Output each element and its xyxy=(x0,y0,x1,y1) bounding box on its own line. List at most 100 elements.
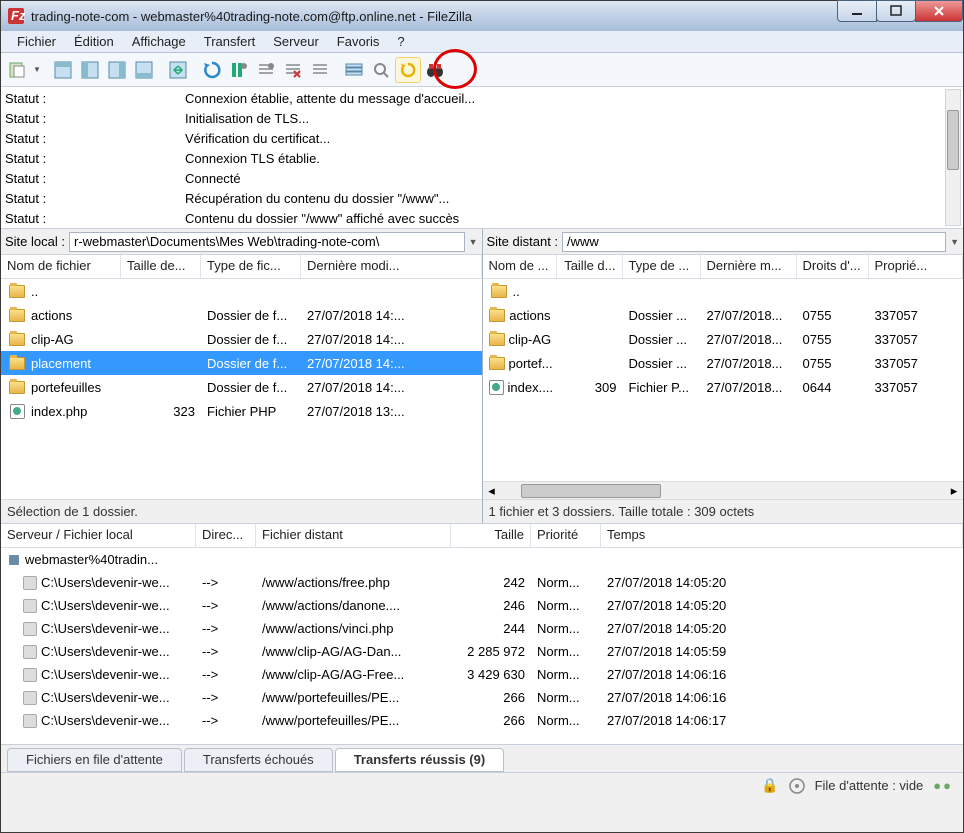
list-row[interactable]: actionsDossier ...27/07/2018...075533705… xyxy=(483,303,964,327)
menubar: Fichier Édition Affichage Transfert Serv… xyxy=(1,31,963,53)
queue-header: Serveur / Fichier local Direc... Fichier… xyxy=(1,524,963,548)
col-size[interactable]: Taille de... xyxy=(121,255,201,278)
list-row[interactable]: portef...Dossier ...27/07/2018...0755337… xyxy=(483,351,964,375)
queue-list[interactable]: webmaster%40tradin...C:\Users\devenir-we… xyxy=(1,548,963,744)
menu-help[interactable]: ? xyxy=(389,32,412,51)
filter-button[interactable] xyxy=(341,57,367,83)
col-rown[interactable]: Proprié... xyxy=(869,255,964,278)
tab-queued[interactable]: Fichiers en file d'attente xyxy=(7,748,182,772)
process-queue-button[interactable] xyxy=(226,57,252,83)
log-label: Statut : xyxy=(5,109,185,129)
log-label: Statut : xyxy=(5,149,185,169)
reconnect-button[interactable] xyxy=(307,57,333,83)
file-name: index.... xyxy=(508,380,554,395)
col-rdate[interactable]: Dernière m... xyxy=(701,255,797,278)
menu-favorites[interactable]: Favoris xyxy=(329,32,388,51)
close-button[interactable] xyxy=(915,0,963,22)
remote-path-input[interactable] xyxy=(562,232,946,252)
compare-button[interactable] xyxy=(395,57,421,83)
refresh-button[interactable] xyxy=(199,57,225,83)
col-date[interactable]: Dernière modi... xyxy=(301,255,482,278)
svg-text:Fz: Fz xyxy=(11,8,25,23)
queue-row[interactable]: C:\Users\devenir-we...-->/www/portefeuil… xyxy=(1,686,963,709)
search-button[interactable] xyxy=(368,57,394,83)
tab-failed[interactable]: Transferts échoués xyxy=(184,748,333,772)
queue-row[interactable]: C:\Users\devenir-we...-->/www/clip-AG/AG… xyxy=(1,663,963,686)
file-name: clip-AG xyxy=(509,332,552,347)
menu-transfer[interactable]: Transfert xyxy=(196,32,264,51)
file-name: .. xyxy=(31,284,38,299)
col-rname[interactable]: Nom de ... xyxy=(483,255,557,278)
folder-icon xyxy=(489,357,505,370)
qcol-time[interactable]: Temps xyxy=(601,524,963,547)
list-row[interactable]: .. xyxy=(1,279,482,303)
toggle-log-button[interactable] xyxy=(50,57,76,83)
toggle-remotetree-button[interactable] xyxy=(104,57,130,83)
menu-edit[interactable]: Édition xyxy=(66,32,122,51)
list-row[interactable]: clip-AGDossier ...27/07/2018...075533705… xyxy=(483,327,964,351)
log-row: Statut :Vérification du certificat... xyxy=(5,129,959,149)
local-list-header: Nom de fichier Taille de... Type de fic.… xyxy=(1,255,482,279)
maximize-button[interactable] xyxy=(876,0,916,22)
queue-row[interactable]: C:\Users\devenir-we...-->/www/actions/vi… xyxy=(1,617,963,640)
local-file-list[interactable]: .. actionsDossier de f...27/07/2018 14:..… xyxy=(1,279,482,499)
local-pane: Site local : ▼ Nom de fichier Taille de.… xyxy=(1,229,483,523)
cancel-button[interactable] xyxy=(253,57,279,83)
queue-server-row[interactable]: webmaster%40tradin... xyxy=(1,548,963,571)
remote-path-dropdown-icon[interactable]: ▼ xyxy=(950,237,959,247)
transfer-queue: Serveur / Fichier local Direc... Fichier… xyxy=(1,524,963,744)
binoculars-button[interactable] xyxy=(422,57,448,83)
col-name[interactable]: Nom de fichier xyxy=(1,255,121,278)
remote-file-list[interactable]: ..actionsDossier ...27/07/2018...0755337… xyxy=(483,279,964,481)
col-type[interactable]: Type de fic... xyxy=(201,255,301,278)
sync-browse-button[interactable] xyxy=(165,57,191,83)
message-log[interactable]: Statut :Connexion établie, attente du me… xyxy=(1,87,963,229)
queue-row[interactable]: C:\Users\devenir-we...-->/www/actions/fr… xyxy=(1,571,963,594)
qcol-dir[interactable]: Direc... xyxy=(196,524,256,547)
queue-indicator-icon xyxy=(789,778,805,794)
tab-success[interactable]: Transferts réussis (9) xyxy=(335,748,505,772)
qcol-local[interactable]: Serveur / Fichier local xyxy=(1,524,196,547)
queue-row[interactable]: C:\Users\devenir-we...-->/www/clip-AG/AG… xyxy=(1,640,963,663)
remote-site-bar: Site distant : ▼ xyxy=(483,229,964,255)
sitemanager-dropdown[interactable]: ▼ xyxy=(32,65,42,74)
file-name: portefeuilles xyxy=(31,380,101,395)
local-path-input[interactable] xyxy=(69,232,465,252)
menu-view[interactable]: Affichage xyxy=(124,32,194,51)
folder-icon xyxy=(489,333,505,346)
list-row[interactable]: clip-AGDossier de f...27/07/2018 14:... xyxy=(1,327,482,351)
app-window: Fz trading-note-com - webmaster%40tradin… xyxy=(0,0,964,833)
log-message: Connecté xyxy=(185,169,241,189)
toggle-localtree-button[interactable] xyxy=(77,57,103,83)
qcol-prio[interactable]: Priorité xyxy=(531,524,601,547)
qcol-remote[interactable]: Fichier distant xyxy=(256,524,451,547)
sitemanager-button[interactable] xyxy=(5,57,31,83)
list-row[interactable]: index....309Fichier P...27/07/2018...064… xyxy=(483,375,964,399)
list-row[interactable]: portefeuillesDossier de f...27/07/2018 1… xyxy=(1,375,482,399)
disconnect-button[interactable] xyxy=(280,57,306,83)
list-row[interactable]: actionsDossier de f...27/07/2018 14:... xyxy=(1,303,482,327)
col-rtype[interactable]: Type de ... xyxy=(623,255,701,278)
folder-icon xyxy=(489,285,509,298)
app-icon: Fz xyxy=(7,7,25,25)
local-site-label: Site local : xyxy=(5,234,65,249)
list-row[interactable]: .. xyxy=(483,279,964,303)
file-name: clip-AG xyxy=(31,332,74,347)
col-rperm[interactable]: Droits d'... xyxy=(797,255,869,278)
list-row[interactable]: index.php323Fichier PHP27/07/2018 13:... xyxy=(1,399,482,423)
folder-icon xyxy=(7,309,27,322)
local-path-dropdown-icon[interactable]: ▼ xyxy=(469,237,478,247)
list-row[interactable]: placementDossier de f...27/07/2018 14:..… xyxy=(1,351,482,375)
remote-hscroll[interactable]: ◂ ▸ xyxy=(483,481,964,499)
menu-file[interactable]: Fichier xyxy=(9,32,64,51)
minimize-button[interactable] xyxy=(837,0,877,22)
toggle-queue-button[interactable] xyxy=(131,57,157,83)
queue-row[interactable]: C:\Users\devenir-we...-->/www/portefeuil… xyxy=(1,709,963,732)
menu-server[interactable]: Serveur xyxy=(265,32,327,51)
qcol-size[interactable]: Taille xyxy=(451,524,531,547)
queue-row[interactable]: C:\Users\devenir-we...-->/www/actions/da… xyxy=(1,594,963,617)
col-rsize[interactable]: Taille d... xyxy=(557,255,623,278)
log-scrollbar[interactable] xyxy=(945,89,961,226)
titlebar[interactable]: Fz trading-note-com - webmaster%40tradin… xyxy=(1,1,963,31)
remote-pane: Site distant : ▼ Nom de ... Taille d... … xyxy=(483,229,964,523)
